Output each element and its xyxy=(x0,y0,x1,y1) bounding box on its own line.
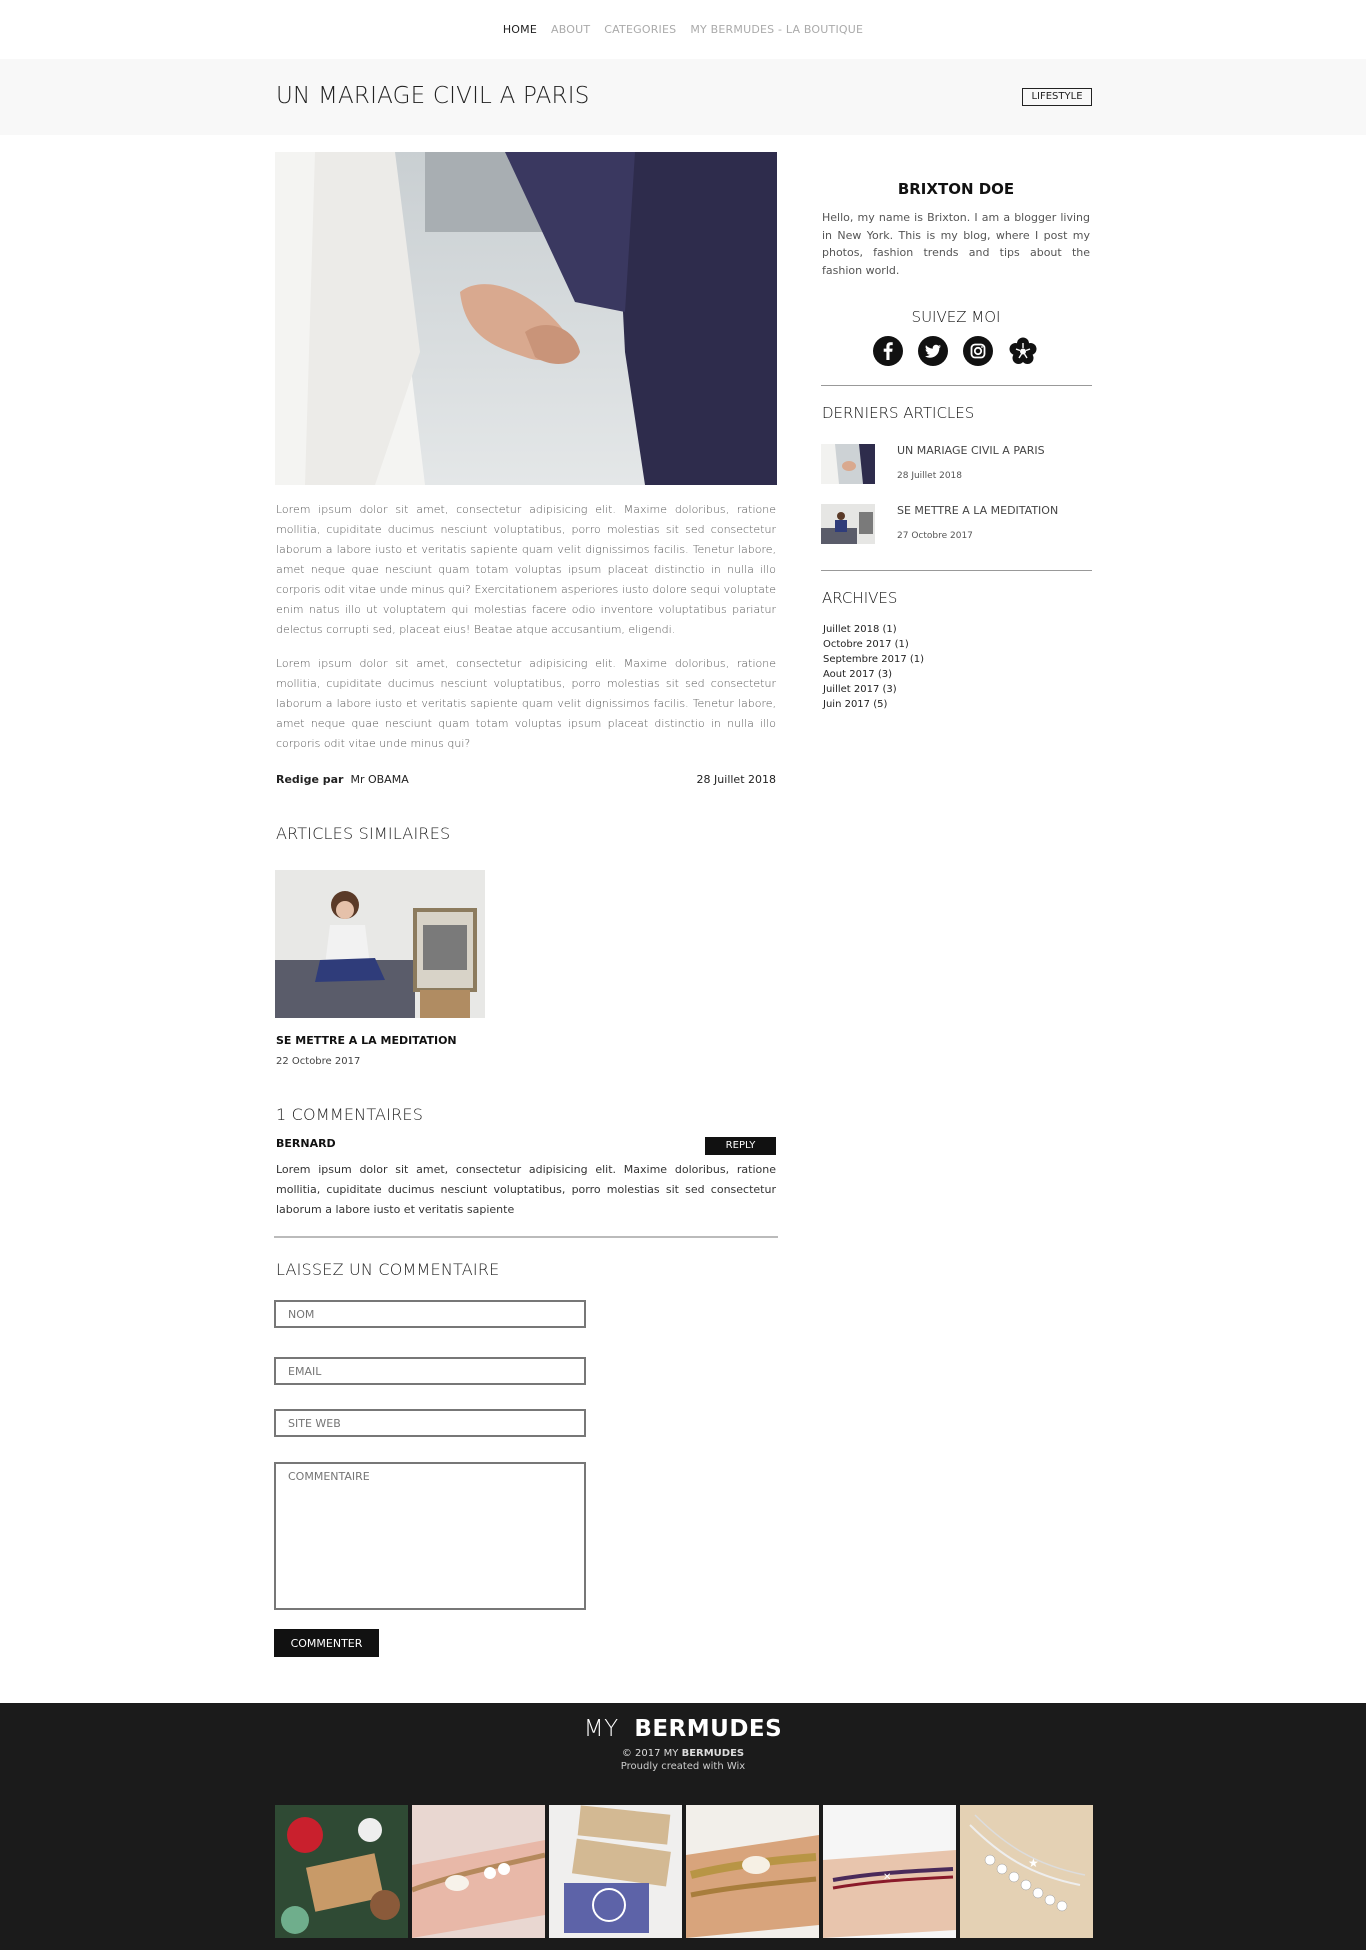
post-title: UN MARIAGE CIVIL A PARIS xyxy=(276,83,590,109)
post-meta: Redige par Mr OBAMA 28 Juillet 2018 xyxy=(276,773,776,786)
twitter-icon[interactable] xyxy=(918,336,948,366)
archive-link[interactable]: Juin 2017 (5) xyxy=(823,697,924,712)
post-paragraph-2: Lorem ipsum dolor sit amet, consectetur … xyxy=(276,657,776,750)
reply-button[interactable]: REPLY xyxy=(705,1137,776,1155)
footer-copyright: © 2017 MY BERMUDES xyxy=(0,1748,1366,1759)
footer-gallery: ✕ ★ xyxy=(275,1805,1093,1938)
author-label: Redige par xyxy=(276,773,344,786)
svg-text:✕: ✕ xyxy=(883,1872,891,1883)
recent-article-title[interactable]: UN MARIAGE CIVIL A PARIS xyxy=(897,444,1045,457)
gallery-image[interactable] xyxy=(275,1805,408,1938)
gallery-image[interactable]: ✕ xyxy=(823,1805,956,1938)
submit-comment-button[interactable]: COMMENTER xyxy=(274,1629,379,1657)
gallery-image[interactable] xyxy=(412,1805,545,1938)
footer-brand: MY BERMUDES xyxy=(0,1716,1366,1742)
post-hero-image xyxy=(275,152,777,485)
leave-comment-heading: LAISSEZ UN COMMENTAIRE xyxy=(276,1260,500,1279)
copyright-prefix: © 2017 MY xyxy=(621,1748,679,1759)
archive-link[interactable]: Aout 2017 (3) xyxy=(823,667,924,682)
copyright-brand: BERMUDES xyxy=(681,1748,745,1759)
category-tag[interactable]: LIFESTYLE xyxy=(1022,88,1092,106)
comments-heading: 1 COMMENTAIRES xyxy=(276,1105,424,1124)
similar-articles-heading: ARTICLES SIMILAIRES xyxy=(276,824,451,843)
nav-boutique[interactable]: MY BERMUDES - LA BOUTIQUE xyxy=(690,23,863,36)
similar-article-date: 22 Octobre 2017 xyxy=(276,1056,361,1067)
recent-article-item[interactable]: UN MARIAGE CIVIL A PARIS 28 Juillet 2018 xyxy=(821,444,1092,488)
comment-textarea[interactable] xyxy=(274,1462,586,1610)
footer-credit: Proudly created with Wix xyxy=(620,1761,746,1772)
sidebar-bio: Hello, my name is Brixton. I am a blogge… xyxy=(822,211,1090,277)
recent-article-thumbnail xyxy=(821,444,875,484)
brand-bold: BERMUDES xyxy=(634,1716,783,1742)
gallery-image[interactable]: ★ xyxy=(960,1805,1093,1938)
comment-author: BERNARD xyxy=(276,1137,336,1150)
post-title-band: UN MARIAGE CIVIL A PARIS LIFESTYLE xyxy=(0,59,1366,135)
similar-article-image[interactable] xyxy=(275,870,485,1018)
archive-link[interactable]: Juillet 2017 (3) xyxy=(823,682,924,697)
gallery-image[interactable] xyxy=(549,1805,682,1938)
brand-light: MY xyxy=(583,1716,619,1742)
nav-categories[interactable]: CATEGORIES xyxy=(604,23,676,36)
similar-article-title[interactable]: SE METTRE A LA MEDITATION xyxy=(276,1034,457,1047)
comments-divider xyxy=(274,1236,778,1238)
instagram-icon[interactable] xyxy=(963,336,993,366)
gallery-image[interactable] xyxy=(686,1805,819,1938)
comment-text: Lorem ipsum dolor sit amet, consectetur … xyxy=(276,1163,776,1216)
post-author[interactable]: Mr OBAMA xyxy=(350,773,408,786)
archives-list: Juillet 2018 (1) Octobre 2017 (1) Septem… xyxy=(823,622,924,712)
recent-article-thumbnail xyxy=(821,504,875,544)
recent-article-title[interactable]: SE METTRE A LA MEDITATION xyxy=(897,504,1058,517)
sidebar-divider xyxy=(821,385,1092,386)
recent-articles-heading: DERNIERS ARTICLES xyxy=(822,404,975,422)
social-links xyxy=(873,336,1038,366)
sidebar-author-name: BRIXTON DOE xyxy=(897,180,1015,198)
flower-icon[interactable] xyxy=(1008,336,1038,366)
email-input[interactable] xyxy=(274,1357,586,1385)
site-footer: MY BERMUDES © 2017 MY BERMUDES Proudly c… xyxy=(0,1703,1366,1950)
follow-heading: SUIVEZ MOI xyxy=(911,308,1001,326)
archive-link[interactable]: Octobre 2017 (1) xyxy=(823,637,924,652)
website-input[interactable] xyxy=(274,1409,586,1437)
archive-link[interactable]: Juillet 2018 (1) xyxy=(823,622,924,637)
facebook-icon[interactable] xyxy=(873,336,903,366)
post-paragraph-1: Lorem ipsum dolor sit amet, consectetur … xyxy=(276,503,776,636)
archives-heading: ARCHIVES xyxy=(822,589,898,607)
archive-link[interactable]: Septembre 2017 (1) xyxy=(823,652,924,667)
name-input[interactable] xyxy=(274,1300,586,1328)
recent-article-date: 27 Octobre 2017 xyxy=(897,531,973,541)
recent-article-date: 28 Juillet 2018 xyxy=(897,471,963,481)
nav-about[interactable]: ABOUT xyxy=(551,23,590,36)
svg-text:★: ★ xyxy=(1028,1856,1039,1870)
top-navigation: HOME ABOUT CATEGORIES MY BERMUDES - LA B… xyxy=(0,0,1366,59)
recent-article-item[interactable]: SE METTRE A LA MEDITATION 27 Octobre 201… xyxy=(821,504,1092,548)
sidebar-divider xyxy=(821,570,1092,571)
post-date: 28 Juillet 2018 xyxy=(696,773,776,786)
nav-home[interactable]: HOME xyxy=(503,23,537,36)
